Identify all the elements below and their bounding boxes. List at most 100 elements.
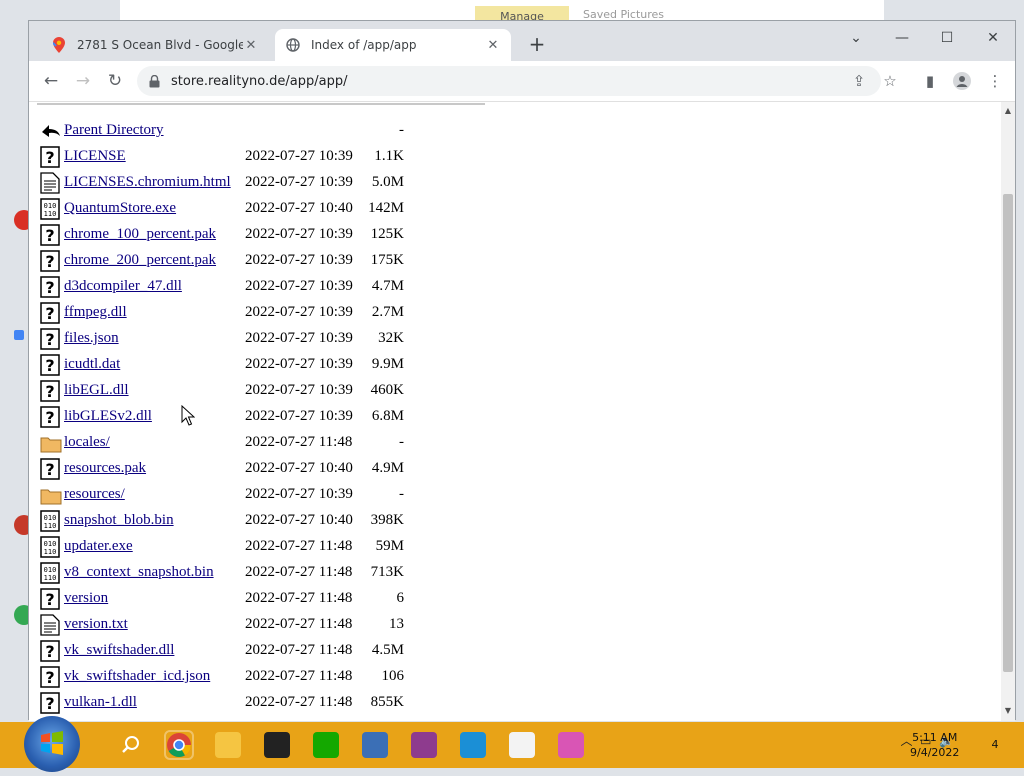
file-explorer-icon[interactable] — [215, 732, 241, 758]
file-size: - — [399, 434, 404, 450]
photos-icon[interactable] — [509, 732, 535, 758]
file-link[interactable]: icudtl.dat — [64, 356, 120, 373]
vertical-scrollbar[interactable]: ▲ ▼ — [1001, 102, 1015, 721]
file-size: 4.7M — [371, 278, 404, 294]
folder-icon — [40, 484, 62, 506]
share-icon[interactable]: ⇪ — [847, 69, 871, 93]
start-button[interactable] — [24, 716, 80, 772]
bookmark-star-icon[interactable]: ☆ — [878, 69, 902, 93]
unknown-file-icon: ? — [40, 588, 60, 610]
winrar-icon[interactable] — [411, 732, 437, 758]
file-size: 6.8M — [371, 408, 404, 424]
lock-icon[interactable] — [149, 74, 163, 88]
file-link[interactable]: chrome_100_percent.pak — [64, 226, 216, 243]
svg-text:010: 010 — [44, 540, 57, 548]
unknown-file-icon: ? — [40, 276, 60, 298]
maximize-button[interactable]: ☐ — [932, 25, 962, 51]
last-modified: 2022-07-27 10:39 — [245, 486, 353, 502]
svg-text:?: ? — [45, 382, 54, 401]
file-link[interactable]: LICENSE — [64, 148, 126, 165]
desktop-icon[interactable] — [14, 330, 24, 340]
file-link[interactable]: resources.pak — [64, 460, 146, 477]
last-modified: 2022-07-27 10:40 — [245, 460, 353, 476]
7zip-icon[interactable] — [264, 732, 290, 758]
last-modified: 2022-07-27 11:48 — [245, 668, 353, 684]
svg-text:?: ? — [45, 408, 54, 427]
file-size: 5.0M — [371, 174, 404, 190]
file-link[interactable]: vulkan-1.dll — [64, 694, 137, 711]
tab-search-button[interactable]: ⌄ — [841, 25, 871, 51]
last-modified: 2022-07-27 10:40 — [245, 512, 353, 528]
close-icon[interactable]: ✕ — [485, 38, 501, 53]
url-text: store.realityno.de/app/app/ — [171, 73, 348, 89]
svg-text:?: ? — [45, 668, 54, 687]
last-modified: 2022-07-27 10:39 — [245, 408, 353, 424]
clock-time: 5:11 AM — [912, 731, 958, 744]
file-link[interactable]: locales/ — [64, 434, 110, 451]
file-link[interactable]: QuantumStore.exe — [64, 200, 176, 217]
svg-text:?: ? — [45, 148, 54, 167]
unknown-file-icon: ? — [40, 302, 60, 324]
edge-icon[interactable] — [460, 732, 486, 758]
file-link[interactable]: snapshot_blob.bin — [64, 512, 174, 529]
file-link[interactable]: Parent Directory — [64, 122, 164, 139]
minimize-button[interactable]: — — [887, 25, 917, 51]
browser-window: 2781 S Ocean Blvd - Google Ma ✕ Index of… — [28, 20, 1016, 721]
reload-button[interactable]: ↻ — [103, 69, 127, 93]
scroll-down-arrow[interactable]: ▼ — [1001, 706, 1015, 715]
file-link[interactable]: chrome_200_percent.pak — [64, 252, 216, 269]
file-size: 175K — [370, 252, 404, 268]
file-link[interactable]: version.txt — [64, 616, 128, 633]
svg-text:110: 110 — [44, 574, 57, 582]
scroll-up-arrow[interactable]: ▲ — [1001, 106, 1015, 115]
close-window-button[interactable]: ✕ — [978, 25, 1008, 51]
new-tab-button[interactable]: + — [527, 34, 547, 55]
chrome-icon[interactable] — [164, 730, 194, 760]
file-link[interactable]: updater.exe — [64, 538, 133, 555]
last-modified: 2022-07-27 11:48 — [245, 434, 353, 450]
browser-toolbar: ← → ↻ store.realityno.de/app/app/ ⇪ ☆ ▮ … — [29, 61, 1015, 102]
unknown-file-icon: ? — [40, 328, 60, 350]
clock-date: 9/4/2022 — [910, 746, 960, 759]
search-icon[interactable] — [118, 732, 144, 758]
close-icon[interactable]: ✕ — [243, 38, 259, 53]
text-file-icon — [40, 172, 60, 194]
file-link[interactable]: d3dcompiler_47.dll — [64, 278, 182, 295]
clock[interactable]: 5:11 AM 9/4/2022 — [910, 730, 959, 760]
profile-avatar-icon[interactable] — [950, 69, 974, 93]
tab-google-maps[interactable]: 2781 S Ocean Blvd - Google Ma ✕ — [41, 29, 269, 61]
file-link[interactable]: files.json — [64, 330, 119, 347]
upwork-icon[interactable] — [313, 732, 339, 758]
file-link[interactable]: vk_swiftshader_icd.json — [64, 668, 210, 685]
file-size: 6 — [396, 590, 405, 606]
app-icon[interactable] — [558, 732, 584, 758]
file-link[interactable]: v8_context_snapshot.bin — [64, 564, 214, 581]
file-size: 32K — [378, 330, 404, 346]
svg-text:?: ? — [45, 226, 54, 245]
file-size: 106 — [381, 668, 405, 684]
svg-text:110: 110 — [44, 522, 57, 530]
tab-title: Index of /app/app — [311, 38, 417, 52]
address-bar[interactable]: store.realityno.de/app/app/ — [137, 66, 881, 96]
file-link[interactable]: libGLESv2.dll — [64, 408, 152, 425]
file-link[interactable]: version — [64, 590, 108, 607]
svg-text:?: ? — [45, 330, 54, 349]
file-link[interactable]: libEGL.dll — [64, 382, 129, 399]
scroll-thumb[interactable] — [1003, 194, 1013, 672]
side-panel-icon[interactable]: ▮ — [918, 69, 942, 93]
forward-button[interactable]: → — [71, 69, 95, 93]
file-link[interactable]: ffmpeg.dll — [64, 304, 127, 321]
file-link[interactable]: vk_swiftshader.dll — [64, 642, 174, 659]
svg-text:010: 010 — [44, 566, 57, 574]
network-icon[interactable] — [362, 732, 388, 758]
file-size: 59M — [375, 538, 404, 554]
tab-index-app[interactable]: Index of /app/app ✕ — [275, 29, 511, 61]
menu-icon[interactable]: ⋮ — [983, 69, 1007, 93]
file-link[interactable]: resources/ — [64, 486, 125, 503]
notifications-button[interactable]: 4 — [984, 734, 1006, 756]
unknown-file-icon: ? — [40, 380, 60, 402]
last-modified: 2022-07-27 10:39 — [245, 330, 353, 346]
unknown-file-icon: ? — [40, 406, 60, 428]
file-link[interactable]: LICENSES.chromium.html — [64, 174, 231, 191]
back-button[interactable]: ← — [39, 69, 63, 93]
